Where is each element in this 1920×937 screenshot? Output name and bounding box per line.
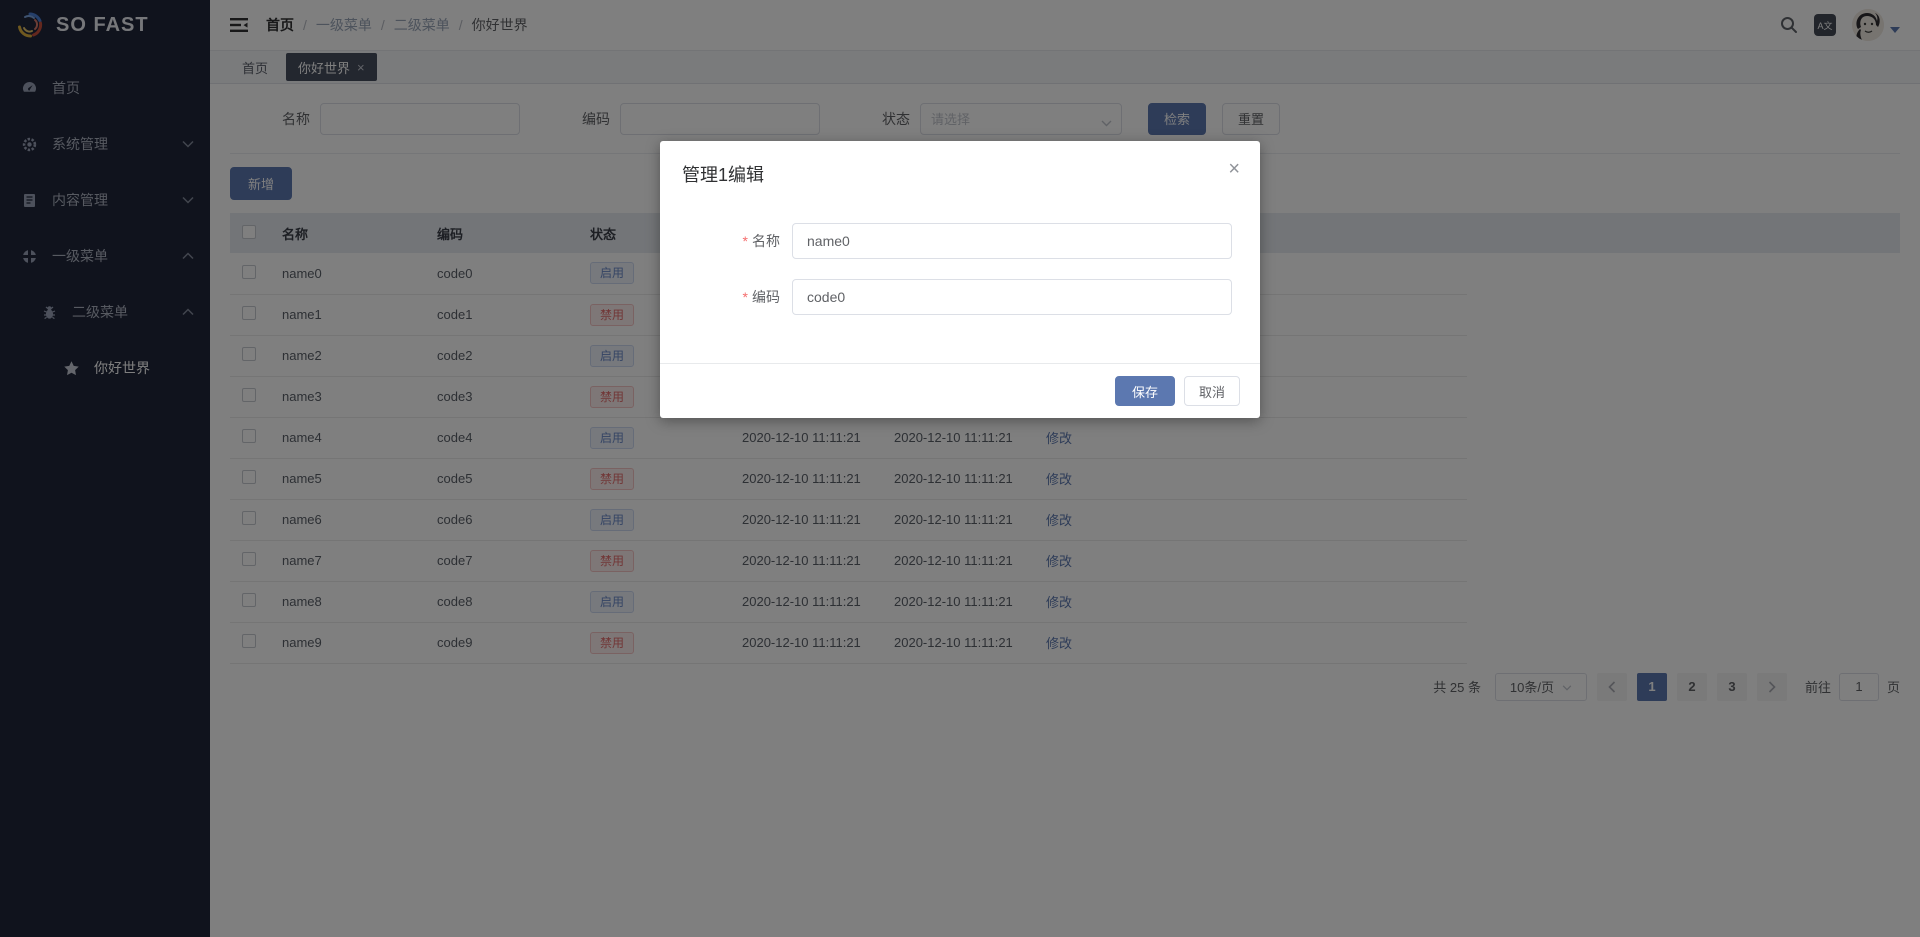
dialog-title: 管理1编辑: [682, 165, 764, 185]
dialog-footer: 保存 取消: [660, 363, 1260, 418]
close-icon[interactable]: ×: [1228, 159, 1240, 179]
cancel-button[interactable]: 取消: [1184, 376, 1240, 406]
dialog-body: *名称 *编码: [660, 197, 1260, 363]
form-row-0: *名称: [660, 223, 1260, 259]
form-input-1[interactable]: [792, 279, 1232, 315]
dialog-header: 管理1编辑 ×: [660, 141, 1260, 197]
app-root: SO FAST 首页系统管理内容管理一级菜单二级菜单你好世界 首页/一级菜单/二…: [0, 0, 1920, 937]
save-button[interactable]: 保存: [1115, 376, 1175, 406]
required-asterisk: *: [743, 289, 748, 305]
required-asterisk: *: [743, 233, 748, 249]
form-label: *编码: [660, 287, 792, 307]
form-row-1: *编码: [660, 279, 1260, 315]
form-input-0[interactable]: [792, 223, 1232, 259]
edit-dialog: 管理1编辑 × *名称 *编码 保存 取消: [660, 141, 1260, 418]
form-label: *名称: [660, 231, 792, 251]
